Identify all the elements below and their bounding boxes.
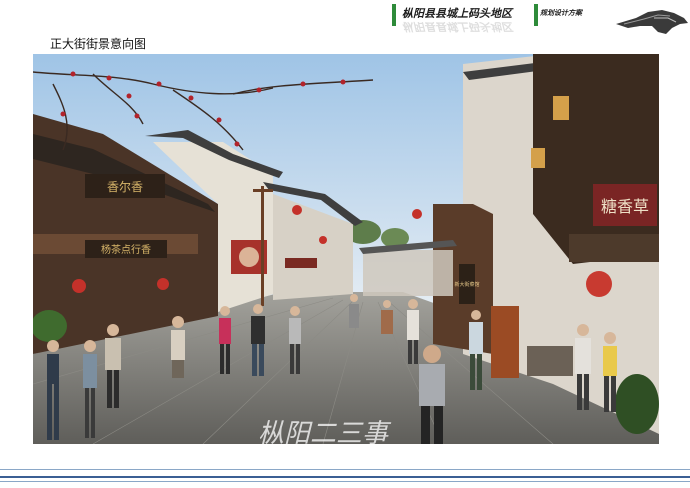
street-scene-image: 香尔香 杨茶点行香 糖香草 新大街菜馆 枞阳二三事 [33,54,659,444]
lantern [553,96,569,120]
right-balcony [569,234,659,262]
header-bar: 枞阳县县城上码头地区 枞阳县县城上码头地区 规划设计方案 [392,4,604,33]
lantern [72,279,86,293]
left-sign-bottom-text: 杨茶点行香 [101,243,151,256]
header-title-reflection: 枞阳县县城上码头地区 [402,20,512,33]
lantern [586,271,612,297]
lantern [531,148,545,168]
watermark-text: 枞阳二三事 [258,419,392,444]
menu-board [491,306,519,378]
stone-planter [527,346,573,376]
header-subtitle: 规划设计方案 [540,8,582,17]
street-scene-illustration: 香尔香 杨茶点行香 糖香草 新大街菜馆 枞阳二三事 [33,54,659,444]
footer-divider-main [0,476,690,478]
footer-divider-bottom [0,481,690,482]
small-vertical-sign-text: 新大街菜馆 [454,281,479,288]
left-sign-top-text: 香尔香 [107,179,143,194]
logo-icon [616,10,688,34]
footer-divider-top [0,469,690,470]
right-shop-sign-text: 糖香草 [601,197,649,216]
shrub [615,374,659,434]
right-wooden-upper [533,54,659,264]
page-title: 正大街街景意向图 [50,37,147,51]
header-stripe-left [392,4,396,26]
header-stripe-right [534,4,538,26]
lantern [157,278,169,290]
